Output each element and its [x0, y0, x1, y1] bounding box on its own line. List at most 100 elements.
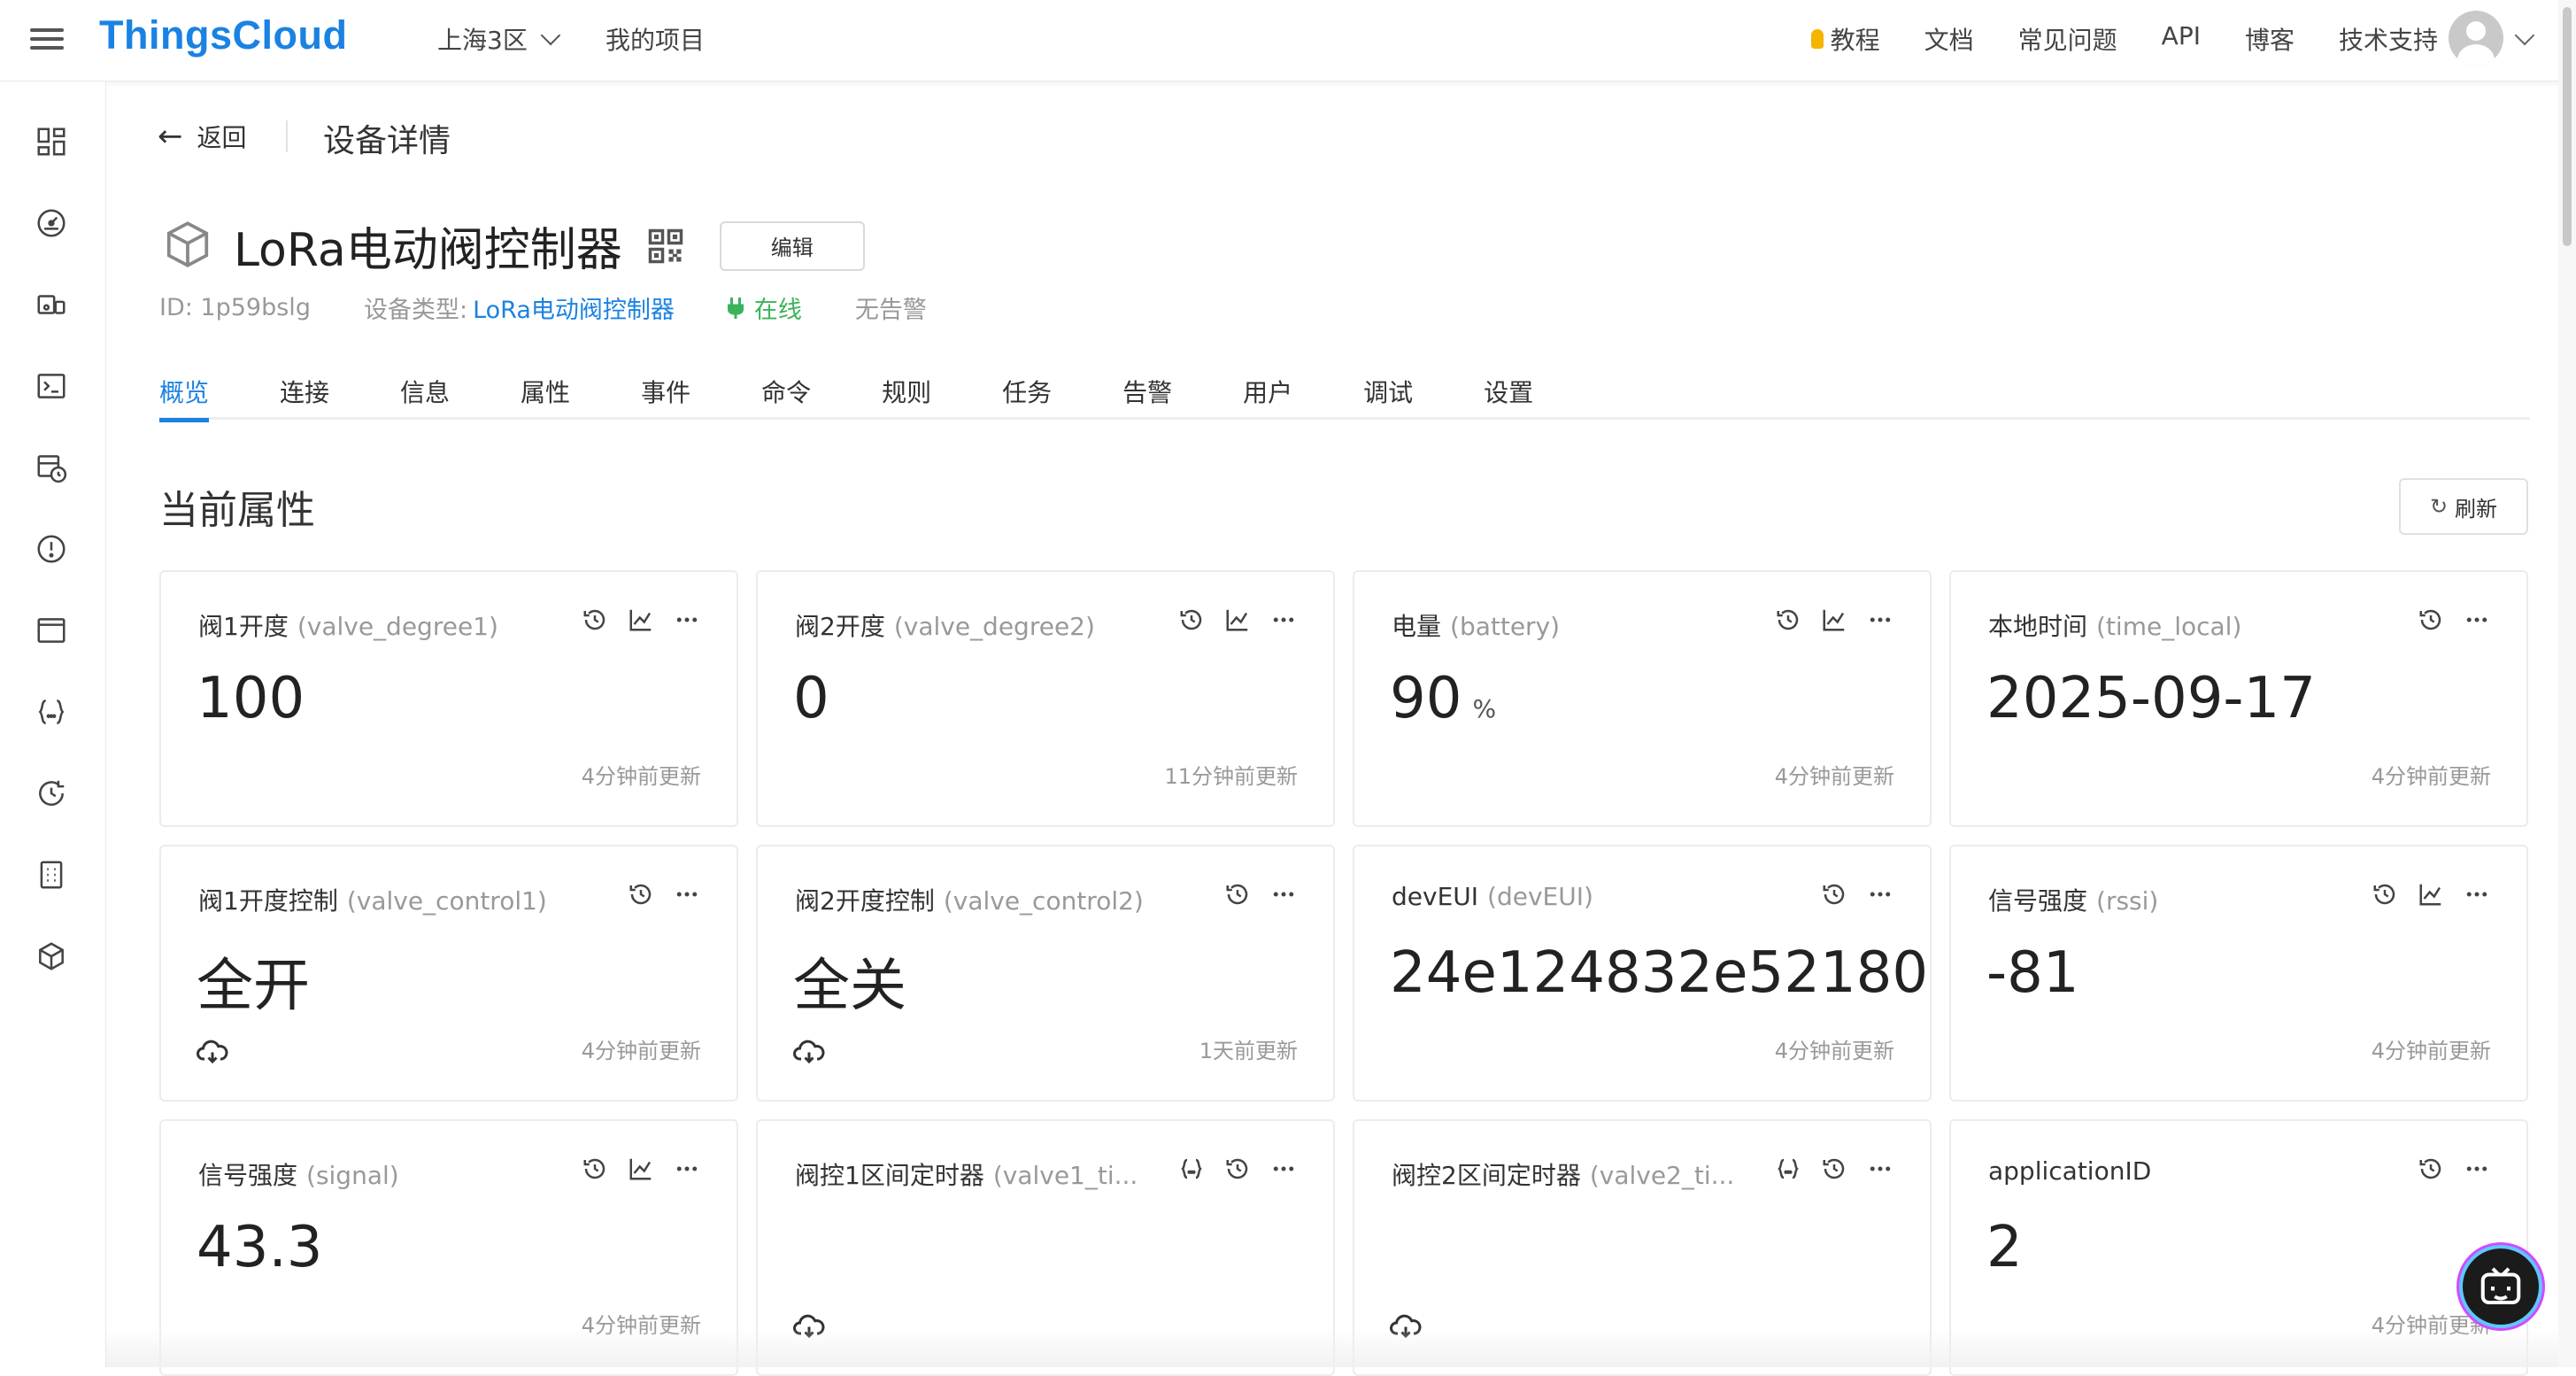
more-icon[interactable] [673, 606, 701, 634]
tab-tasks[interactable]: 任务 [1002, 374, 1052, 420]
more-icon[interactable] [673, 880, 701, 908]
line-chart-icon[interactable] [2417, 880, 2445, 908]
line-chart-icon[interactable] [1820, 606, 1848, 634]
cloud-download-icon[interactable] [793, 1038, 825, 1066]
tab-attributes[interactable]: 属性 [521, 374, 570, 420]
devices-icon[interactable] [34, 287, 69, 322]
history-icon[interactable] [581, 606, 609, 634]
tab-alarms[interactable]: 告警 [1122, 374, 1172, 420]
scrollbar-thumb[interactable] [2563, 7, 2572, 246]
assistant-tv-icon[interactable] [2459, 1245, 2542, 1328]
alert-icon[interactable] [34, 531, 69, 567]
line-chart-icon[interactable] [627, 606, 655, 634]
refresh-clock-icon[interactable] [34, 776, 69, 811]
attribute-title: 阀控1区间定时器 (valve1_ti... [795, 1156, 1138, 1192]
more-icon[interactable] [2463, 880, 2491, 908]
more-icon[interactable] [1269, 606, 1298, 634]
building-icon[interactable] [34, 857, 69, 893]
attribute-id: (devEUI) [1487, 882, 1593, 911]
more-icon[interactable] [2463, 1155, 2491, 1183]
nav-faq[interactable]: 常见问题 [2018, 21, 2117, 57]
device-type-link[interactable]: LoRa电动阀控制器 [473, 290, 675, 325]
attribute-value-text: 0 [793, 666, 829, 731]
braces-icon[interactable] [1177, 1155, 1206, 1183]
attribute-card: 本地时间 (time_local) 2025-09-17 4分钟前更新 [1949, 570, 2528, 827]
scrollbar[interactable] [2558, 0, 2576, 1367]
more-icon[interactable] [1866, 606, 1894, 634]
attribute-title: 本地时间 (time_local) [1988, 607, 2241, 643]
attribute-value: 全关 [793, 940, 906, 1022]
history-icon[interactable] [2371, 880, 2399, 908]
tab-commands[interactable]: 命令 [761, 374, 811, 420]
history-icon[interactable] [581, 1155, 609, 1183]
nav-tutorial[interactable]: 教程 [1810, 21, 1880, 57]
edit-button[interactable]: 编辑 [719, 220, 865, 271]
history-icon[interactable] [1223, 1155, 1252, 1183]
refresh-button[interactable]: ↻ 刷新 [2399, 478, 2528, 535]
history-icon[interactable] [2417, 1155, 2445, 1183]
line-chart-icon[interactable] [1223, 606, 1252, 634]
cube-icon [161, 218, 214, 274]
region-selector[interactable]: 上海3区 [437, 21, 561, 57]
attribute-title: 信号强度 (rssi) [1988, 882, 2158, 917]
device-header: LoRa电动阀控制器 编辑 [161, 213, 865, 279]
tab-info[interactable]: 信息 [400, 374, 450, 420]
package-icon[interactable] [34, 939, 69, 974]
divider [286, 120, 288, 152]
nav-api[interactable]: API [2162, 21, 2201, 57]
line-chart-icon[interactable] [627, 1155, 655, 1183]
tab-settings[interactable]: 设置 [1484, 374, 1533, 420]
nav-support[interactable]: 技术支持 [2339, 21, 2438, 57]
tab-rules[interactable]: 规则 [882, 374, 931, 420]
history-icon[interactable] [627, 880, 655, 908]
attribute-id: (valve2_ti... [1589, 1161, 1735, 1190]
menu-icon[interactable] [30, 23, 64, 57]
app-logo[interactable]: ThingsCloud [99, 12, 347, 58]
dashboard-icon[interactable] [34, 124, 69, 159]
nav-docs[interactable]: 文档 [1924, 21, 1974, 57]
page-title: 设备详情 [323, 123, 451, 159]
more-icon[interactable] [1269, 880, 1298, 908]
status-label: 在线 [753, 297, 802, 324]
more-icon[interactable] [2463, 606, 2491, 634]
my-projects-link[interactable]: 我的项目 [605, 21, 705, 57]
tab-debug[interactable]: 调试 [1363, 374, 1413, 420]
more-icon[interactable] [1269, 1155, 1298, 1183]
nav-blog[interactable]: 博客 [2245, 21, 2294, 57]
terminal-icon[interactable] [34, 368, 69, 404]
history-icon[interactable] [1820, 1155, 1848, 1183]
more-icon[interactable] [1866, 880, 1894, 908]
history-icon[interactable] [1820, 880, 1848, 908]
updated-time: 4分钟前更新 [1774, 1039, 1894, 1063]
attribute-actions [1774, 1155, 1894, 1183]
chevron-down-icon[interactable] [2514, 25, 2535, 46]
tab-users[interactable]: 用户 [1243, 374, 1292, 420]
user-avatar[interactable] [2449, 11, 2503, 66]
qr-code-icon[interactable] [647, 228, 684, 265]
gauge-icon[interactable] [34, 205, 69, 241]
attribute-title: 阀1开度 (valve_degree1) [198, 607, 498, 643]
history-icon[interactable] [1223, 880, 1252, 908]
braces-icon[interactable] [34, 694, 69, 730]
attribute-value-text: 全开 [197, 954, 310, 1019]
tab-overview[interactable]: 概览 [159, 374, 210, 422]
tab-events[interactable]: 事件 [641, 374, 690, 420]
attribute-id: (signal) [306, 1161, 399, 1190]
window-icon[interactable] [34, 613, 69, 648]
more-icon[interactable] [673, 1155, 701, 1183]
schedule-icon[interactable] [34, 450, 69, 485]
attribute-value: -81 [1986, 940, 2079, 1006]
refresh-icon: ↻ [2429, 494, 2449, 519]
tab-connection[interactable]: 连接 [280, 374, 329, 420]
attribute-cards: 阀1开度 (valve_degree1) 100 4分钟前更新 阀2开度 (valv… [159, 570, 2532, 1376]
history-icon[interactable] [1177, 606, 1206, 634]
history-icon[interactable] [1774, 606, 1802, 634]
attribute-actions [1223, 880, 1298, 908]
attribute-id: (valve_control1) [346, 886, 547, 916]
history-icon[interactable] [2417, 606, 2445, 634]
cloud-download-icon[interactable] [197, 1038, 228, 1066]
braces-icon[interactable] [1774, 1155, 1802, 1183]
more-icon[interactable] [1866, 1155, 1894, 1183]
back-button[interactable]: ← 返回 [158, 119, 247, 154]
attribute-actions [627, 880, 701, 908]
